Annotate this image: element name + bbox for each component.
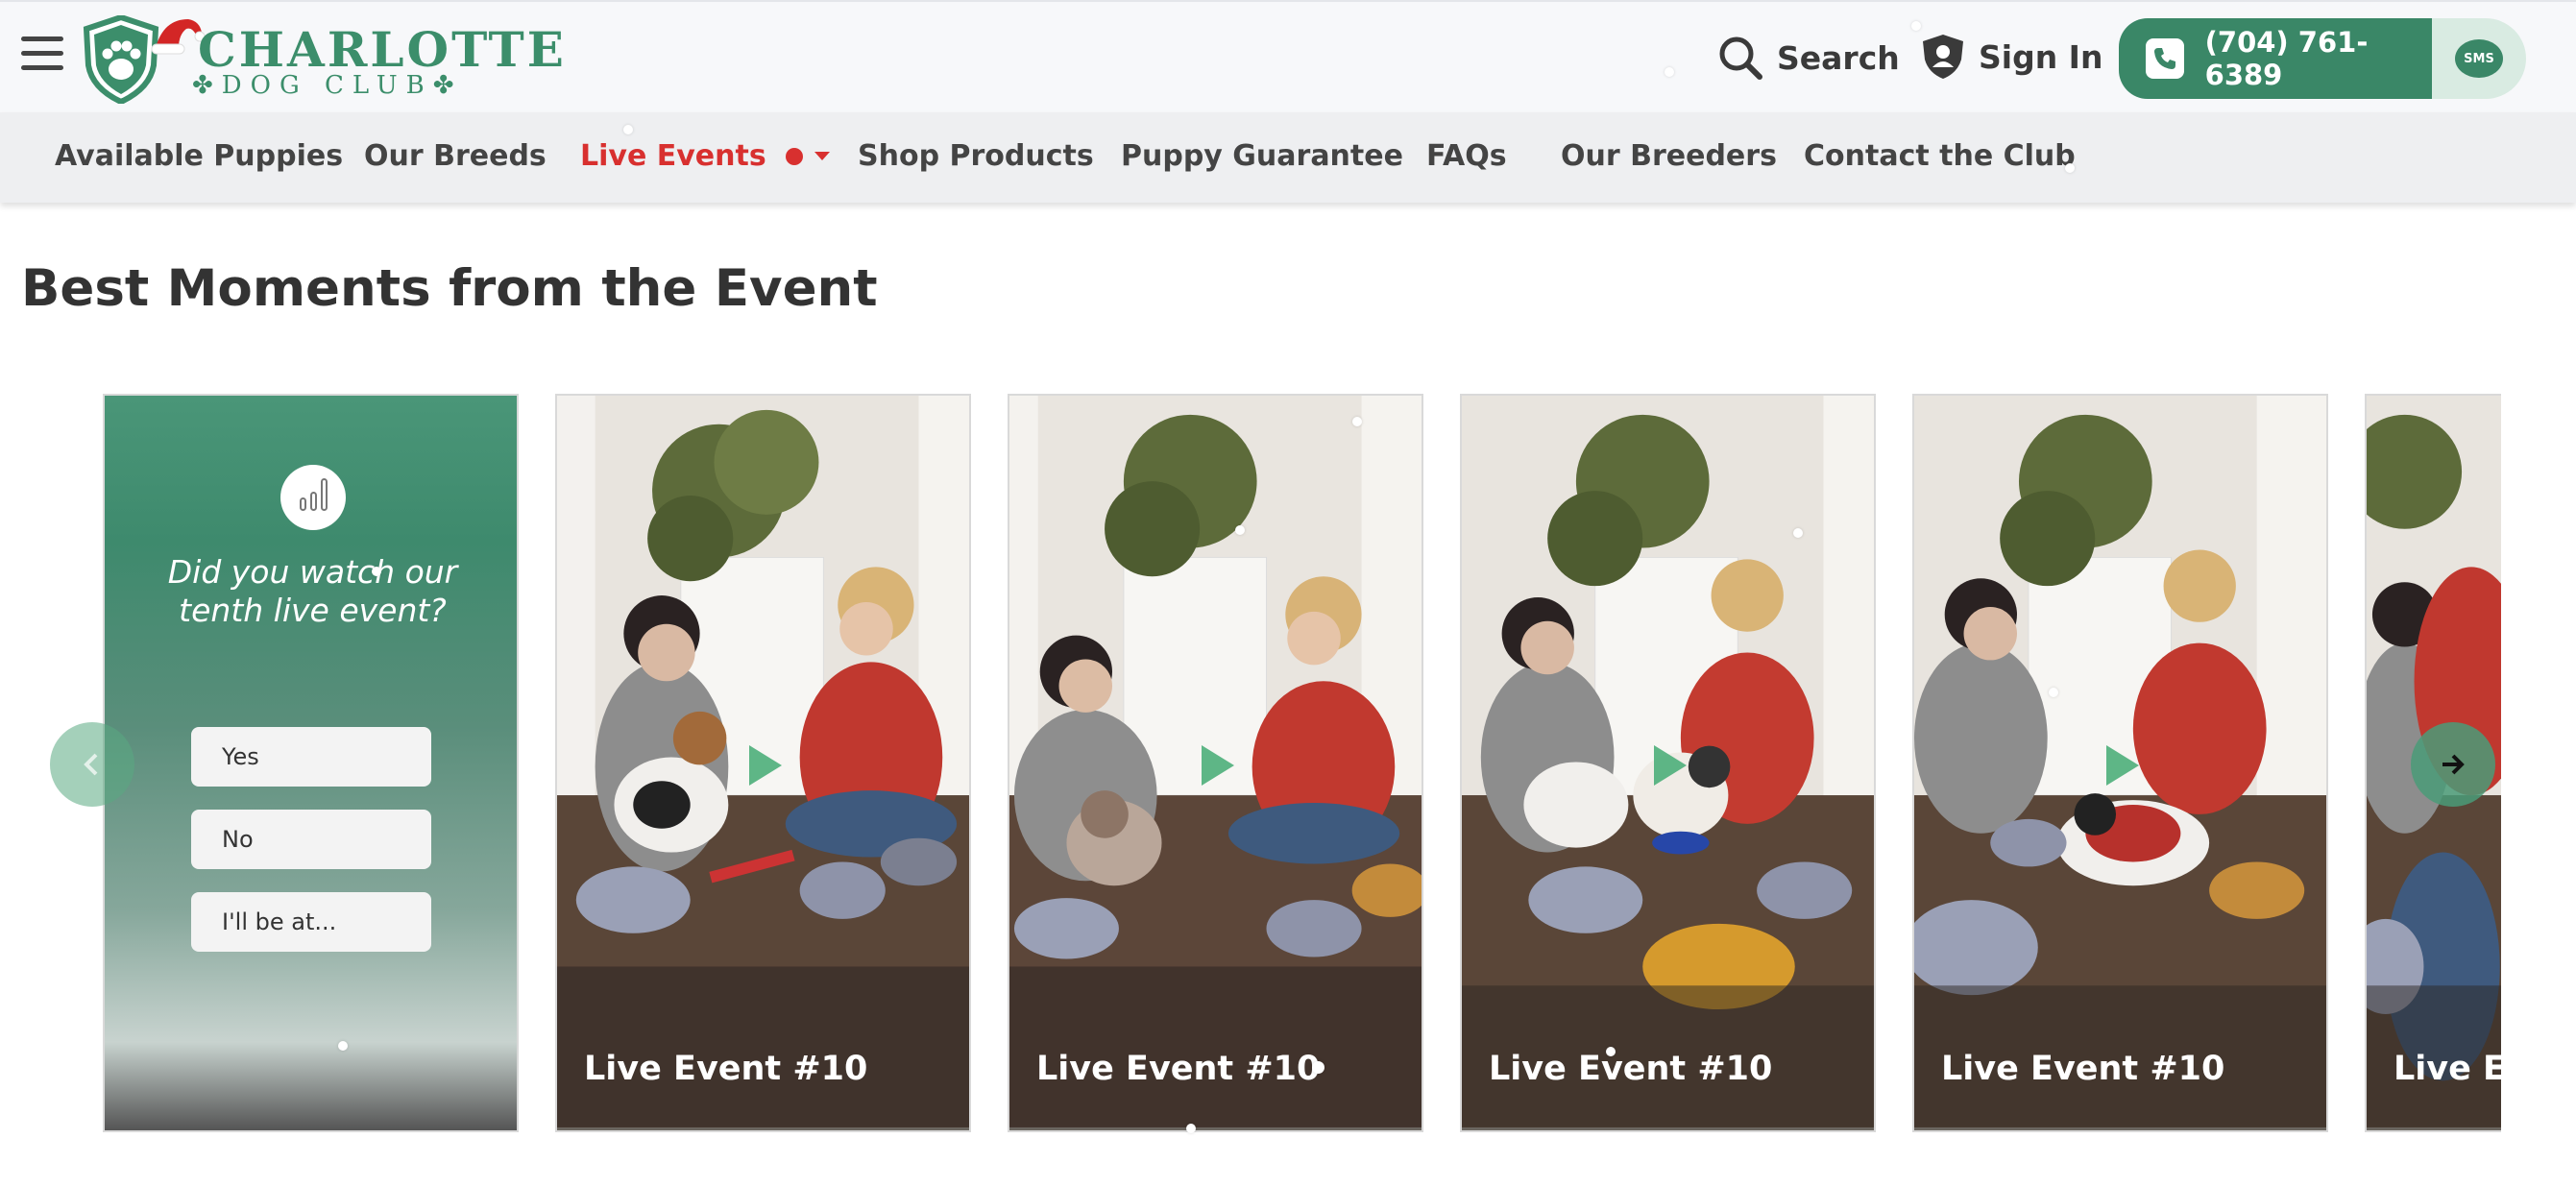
poll-question: Did you watch our tenth live event? (167, 553, 458, 629)
snowflake-decoration (623, 125, 633, 134)
nav-shop-products[interactable]: Shop Products (858, 139, 1094, 173)
search-icon (1719, 36, 1762, 80)
video-card[interactable]: Live Event #10 (1008, 394, 1423, 1132)
nav-available-puppies[interactable]: Available Puppies (55, 139, 343, 173)
nav-puppy-guarantee[interactable]: Puppy Guarantee (1121, 139, 1403, 173)
poll-option-ill-be-at[interactable]: I'll be at... (191, 892, 431, 952)
video-title: Live Event #10 (1941, 1050, 2225, 1088)
arrow-right-icon (2442, 754, 2465, 775)
carousel-prev-button[interactable] (50, 722, 134, 807)
phone-number: (704) 761-6389 (2204, 26, 2369, 91)
search-label: Search (1777, 38, 1900, 77)
nav-contact-the-club[interactable]: Contact the Club (1804, 139, 2076, 173)
sign-in-label: Sign In (1979, 37, 2103, 76)
sms-icon: SMS (2455, 39, 2503, 78)
play-icon (1654, 745, 1687, 786)
poll-bar-chart-icon (280, 465, 346, 530)
video-card[interactable]: Live Event #10 (1460, 394, 1876, 1132)
site-logo[interactable]: CHARLOTTE ✤DOG CLUB✤ (83, 12, 564, 104)
section-title: Best Moments from the Event (21, 259, 878, 318)
nav-our-breeders[interactable]: Our Breeders (1561, 139, 1777, 173)
arrow-left-icon (84, 753, 98, 776)
top-header: CHARLOTTE ✤DOG CLUB✤ Search Sign In (704… (0, 0, 2576, 112)
search-button[interactable]: Search (1717, 35, 1900, 81)
snowflake-decoration (1235, 525, 1245, 535)
video-card[interactable]: Live Event #10 (1912, 394, 2328, 1132)
snowflake-decoration (1911, 21, 1921, 31)
nav-live-events-label: Live Events (580, 139, 766, 173)
video-title: Live Ev (2394, 1050, 2501, 1088)
play-icon (1202, 745, 1234, 786)
carousel-next-button[interactable] (2411, 722, 2495, 807)
snowflake-decoration (1665, 67, 1674, 77)
snowflake-decoration (338, 1041, 348, 1051)
snowflake-decoration (1793, 528, 1803, 538)
play-icon (749, 745, 782, 786)
nav-faqs[interactable]: FAQs (1426, 139, 1507, 173)
snowflake-decoration (1606, 1047, 1616, 1056)
phone-call-button[interactable]: (704) 761-6389 (2119, 18, 2432, 99)
logo-wordmark: CHARLOTTE (198, 21, 567, 78)
chevron-down-icon (814, 152, 830, 160)
phone-icon (2146, 38, 2184, 79)
video-title: Live Event #10 (1489, 1050, 1773, 1088)
nav-live-events[interactable]: Live Events (580, 139, 830, 173)
snowflake-decoration (1352, 417, 1362, 426)
snowflake-decoration (2065, 163, 2075, 173)
main-navigation: Available Puppies Our Breeds Live Events… (0, 112, 2576, 203)
poll-option-no[interactable]: No (191, 810, 431, 869)
snowflake-decoration (372, 567, 381, 576)
sign-in-button[interactable]: Sign In (1921, 33, 2102, 81)
snowflake-decoration (1312, 1061, 1324, 1074)
video-card[interactable]: Live Event #10 (555, 394, 971, 1132)
snowflake-decoration (2049, 688, 2058, 697)
moments-carousel: Did you watch our tenth live event? Yes … (103, 394, 2501, 1133)
video-title: Live Event #10 (1036, 1050, 1321, 1088)
play-icon (2106, 745, 2139, 786)
poll-option-yes[interactable]: Yes (191, 727, 431, 787)
poll-card: Did you watch our tenth live event? Yes … (103, 394, 519, 1132)
logo-subtitle: ✤DOG CLUB✤ (192, 71, 463, 100)
paw-shield-icon (83, 15, 159, 104)
nav-our-breeds[interactable]: Our Breeds (364, 139, 547, 173)
live-indicator-dot (785, 147, 803, 165)
sms-button[interactable]: SMS (2432, 18, 2526, 99)
video-title: Live Event #10 (584, 1050, 868, 1088)
hamburger-menu-icon[interactable] (21, 36, 63, 75)
shield-user-icon (1923, 35, 1963, 79)
snowflake-decoration (1186, 1124, 1196, 1133)
sms-label: SMS (2464, 51, 2494, 66)
